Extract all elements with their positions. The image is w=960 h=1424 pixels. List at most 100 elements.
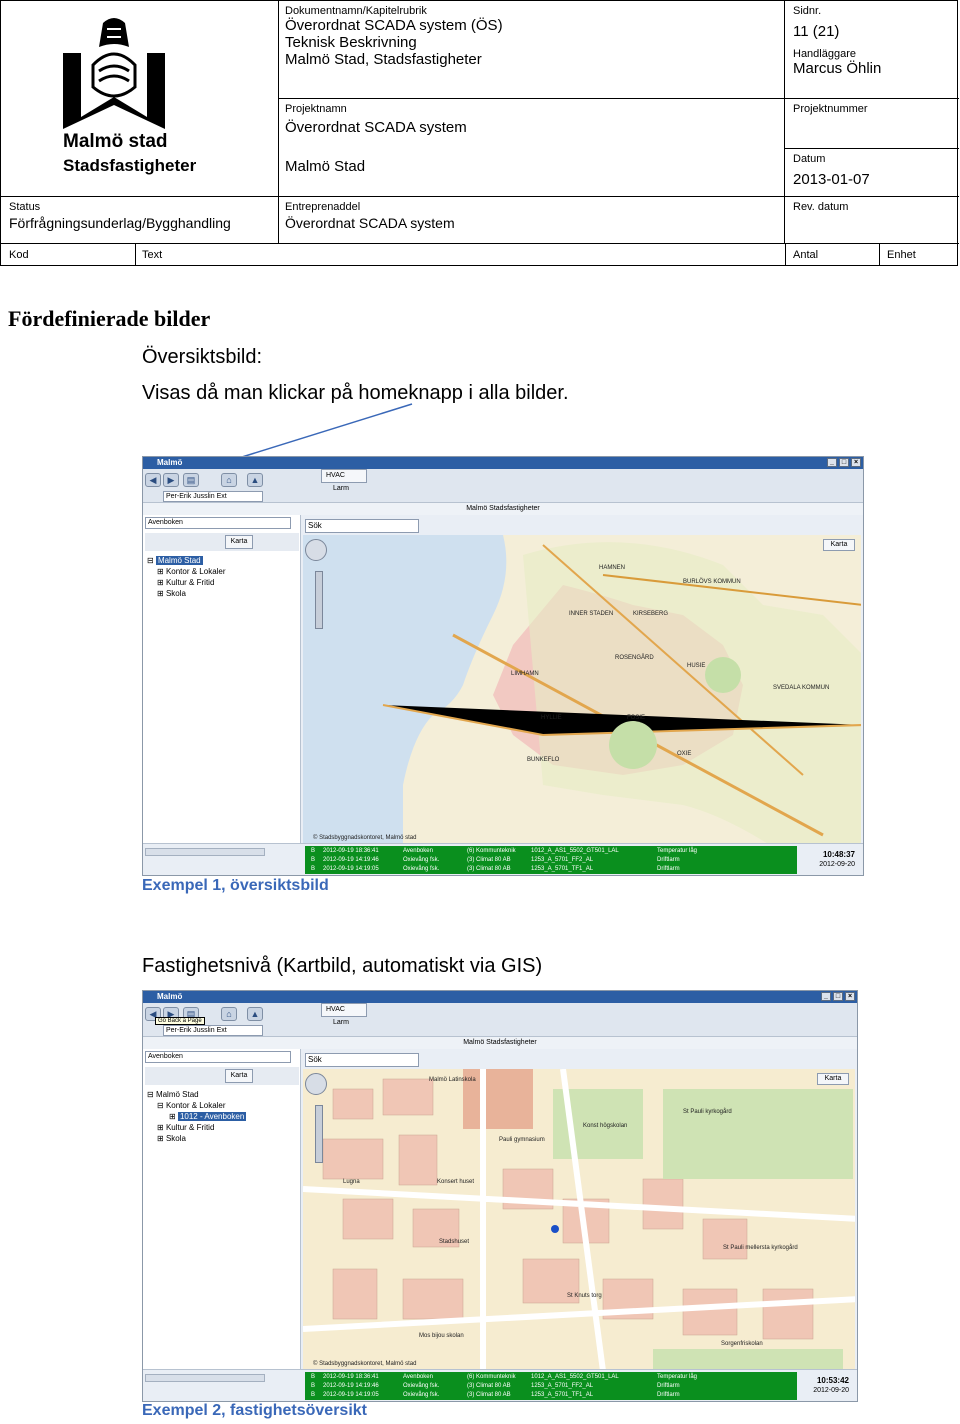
alarm-bar: B 2012-09-19 18:36:41 Avenboken (6) Kommunt…	[143, 1369, 857, 1401]
tree-item[interactable]: ⊟ Malmö Stad	[147, 555, 226, 566]
zoom-slider[interactable]	[315, 1105, 323, 1163]
alarm-table: B 2012-09-19 18:36:41 Avenboken (6) Kommunt…	[305, 846, 797, 874]
maximize-icon[interactable]: □	[839, 458, 849, 467]
tree-item[interactable]: ⊟ Malmö Stad	[147, 1089, 246, 1100]
project-name-cell: Projektnamn Överordnat SCADA system Malm…	[279, 99, 785, 197]
window-titlebar: Malmö _ □ ×	[143, 991, 857, 1003]
alarm-row[interactable]: B 2012-09-19 18:36:41 Avenboken (6) Kommunt…	[305, 1373, 797, 1382]
back-icon[interactable]: ◀	[145, 473, 161, 487]
minimize-icon[interactable]: _	[827, 458, 837, 467]
system-title: Malmö Stadsfastigheter	[143, 1037, 857, 1049]
logo-text-city: Malmö stad	[63, 131, 168, 152]
map-label: Malmö Latinskola	[429, 1077, 476, 1083]
map-label: FOSIE	[627, 715, 646, 721]
panel-buttons	[145, 1067, 299, 1085]
map-view[interactable]: Karta Malmö Latinskola St Pauli kyrkogår…	[303, 1069, 855, 1369]
screenshot-overview: Malmö _ □ × ◀ ▶ ▤ ⌂ ▲ Per-Erik Jusslin Ext…	[142, 456, 864, 876]
alarm-table: B 2012-09-19 18:36:41 Avenboken (6) Kommunt…	[305, 1372, 797, 1400]
tree-item[interactable]: ⊞ Kultur & Fritid	[147, 577, 226, 588]
map-copyright: © Stadsbyggnadskontoret, Malmö stad	[313, 1361, 417, 1367]
map-label: St Pauli mellersta kyrkogård	[723, 1245, 798, 1251]
alarm-label[interactable]: Larm	[333, 485, 349, 492]
entreprenaddel-value: Överordnat SCADA system	[285, 215, 455, 231]
karta-button[interactable]: Karta	[225, 1069, 253, 1083]
window-title: Malmö	[157, 458, 183, 467]
forward-icon[interactable]: ▶	[163, 473, 179, 487]
datum-value: 2013-01-07	[793, 171, 870, 188]
karta-map-button[interactable]: Karta	[823, 539, 855, 551]
tree-item[interactable]: ⊞ Skola	[147, 1133, 246, 1144]
tree-item[interactable]: ⊞ Skola	[147, 588, 226, 599]
horizontal-scrollbar[interactable]	[145, 1374, 265, 1382]
navigation-tree: ⊟ Malmö Stad ⊟ Kontor & Lokaler ⊞ 1012 -…	[147, 1089, 247, 1144]
save-icon[interactable]: ▤	[183, 473, 199, 487]
sidnr-label: Sidnr.	[793, 5, 822, 17]
map-label: HUSIE	[687, 663, 706, 669]
alarm-row[interactable]: B 2012-09-19 14:19:05 Oxievång fsk. (3) Cli…	[305, 1391, 797, 1400]
alarm-label[interactable]: Larm	[333, 1019, 349, 1026]
up-icon[interactable]: ▲	[247, 473, 263, 487]
alarm-row[interactable]: B 2012-09-19 14:19:46 Oxievång fsk. (3) Cli…	[305, 856, 797, 865]
tree-item[interactable]: ⊟ Kontor & Lokaler	[147, 1100, 246, 1111]
clock: 10:53:42 2012-09-20	[813, 1376, 849, 1395]
horizontal-scrollbar[interactable]	[145, 848, 265, 856]
alarm-row[interactable]: B 2012-09-19 14:19:46 Oxievång fsk. (3) Cli…	[305, 1382, 797, 1391]
divider	[785, 244, 786, 266]
handlaggare-value: Marcus Öhlin	[793, 60, 882, 77]
home-icon[interactable]: ⌂	[221, 473, 237, 487]
map-label: LIMHAMN	[511, 671, 539, 677]
col-kod: Kod	[9, 249, 29, 261]
contract-part-cell: Entreprenaddel Överordnat SCADA system	[279, 197, 785, 243]
zoom-slider[interactable]	[315, 571, 323, 629]
karta-map-button[interactable]: Karta	[817, 1073, 849, 1085]
divider	[135, 244, 136, 266]
pan-control-icon[interactable]	[305, 1073, 327, 1095]
tree-item[interactable]: ⊞ Kontor & Lokaler	[147, 566, 226, 577]
page-number-cell: Sidnr. 11 (21) Handläggare Marcus Öhlin	[785, 1, 959, 99]
map-label: Pauli gymnasium	[499, 1137, 545, 1143]
map-label: INNER STADEN	[569, 611, 614, 617]
user-field[interactable]: Per-Erik Jusslin Ext	[163, 1025, 263, 1036]
map-label: Sorgenfriskolan	[721, 1341, 763, 1347]
left-panel: Avenboken Karta ⊟ Malmö Stad ⊞ Kontor & …	[143, 515, 301, 843]
screenshot-property: Malmö _ □ × ◀ ▶ ▤ ⌂ ▲ Per-Erik Jusslin Ext…	[142, 990, 858, 1402]
user-field[interactable]: Per-Erik Jusslin Ext	[163, 491, 263, 502]
clock-date: 2012-09-20	[819, 861, 855, 868]
close-icon[interactable]: ×	[851, 458, 861, 467]
alarm-row[interactable]: B 2012-09-19 18:36:41 Avenboken (6) Kommunt…	[305, 847, 797, 856]
tab-hvac[interactable]: HVAC	[321, 469, 367, 483]
tab-hvac[interactable]: HVAC	[321, 1003, 367, 1017]
entreprenaddel-label: Entreprenaddel	[285, 201, 361, 213]
tree-item[interactable]: ⊞ Kultur & Fritid	[147, 1122, 246, 1133]
overview-label: Översiktsbild:	[142, 346, 263, 368]
close-icon[interactable]: ×	[845, 992, 855, 1001]
left-panel: Avenboken Karta ⊟ Malmö Stad ⊟ Kontor & …	[143, 1049, 301, 1369]
search-input[interactable]: Sök	[305, 519, 419, 533]
divider	[879, 244, 880, 266]
alarm-row[interactable]: B 2012-09-19 14:19:05 Oxievång fsk. (3) Cli…	[305, 865, 797, 874]
status-cell: Status Förfrågningsunderlag/Bygghandling	[1, 197, 279, 243]
up-icon[interactable]: ▲	[247, 1007, 263, 1021]
map-view[interactable]: Karta HAMNEN BURLÖVS KOMMUN KIRSEBERG IN…	[303, 535, 861, 843]
map-label: ROSENGÅRD	[615, 655, 654, 661]
tree-item[interactable]: ⊞ 1012 - Avenboken	[147, 1111, 247, 1122]
toolbar: ◀ ▶ ▤ ⌂ ▲ Per-Erik Jusslin Ext HVAC Larm	[143, 469, 863, 503]
col-text: Text	[142, 249, 163, 261]
clock-time: 10:48:37	[822, 850, 855, 859]
minimize-icon[interactable]: _	[821, 992, 831, 1001]
pan-control-icon[interactable]	[305, 539, 327, 561]
building-combo[interactable]: Avenboken	[145, 1051, 291, 1063]
karta-button[interactable]: Karta	[225, 535, 253, 549]
maximize-icon[interactable]: □	[833, 992, 843, 1001]
search-input[interactable]: Sök	[305, 1053, 419, 1067]
home-icon[interactable]: ⌂	[221, 1007, 237, 1021]
map-label: BURLÖVS KOMMUN	[683, 579, 741, 585]
projektnamn-label: Projektnamn	[285, 103, 347, 115]
panel-buttons	[145, 533, 299, 551]
map-label: Konsert huset	[437, 1179, 475, 1185]
building-combo[interactable]: Avenboken	[145, 517, 291, 529]
section-heading: Fördefinierade bilder	[8, 306, 211, 331]
map-copyright: © Stadsbyggnadskontoret, Malmö stad	[313, 835, 417, 841]
projektnummer-label: Projektnummer	[793, 103, 868, 115]
toolbar: ◀ ▶ ▤ ⌂ ▲ Per-Erik Jusslin Ext Go Back a…	[143, 1003, 857, 1037]
